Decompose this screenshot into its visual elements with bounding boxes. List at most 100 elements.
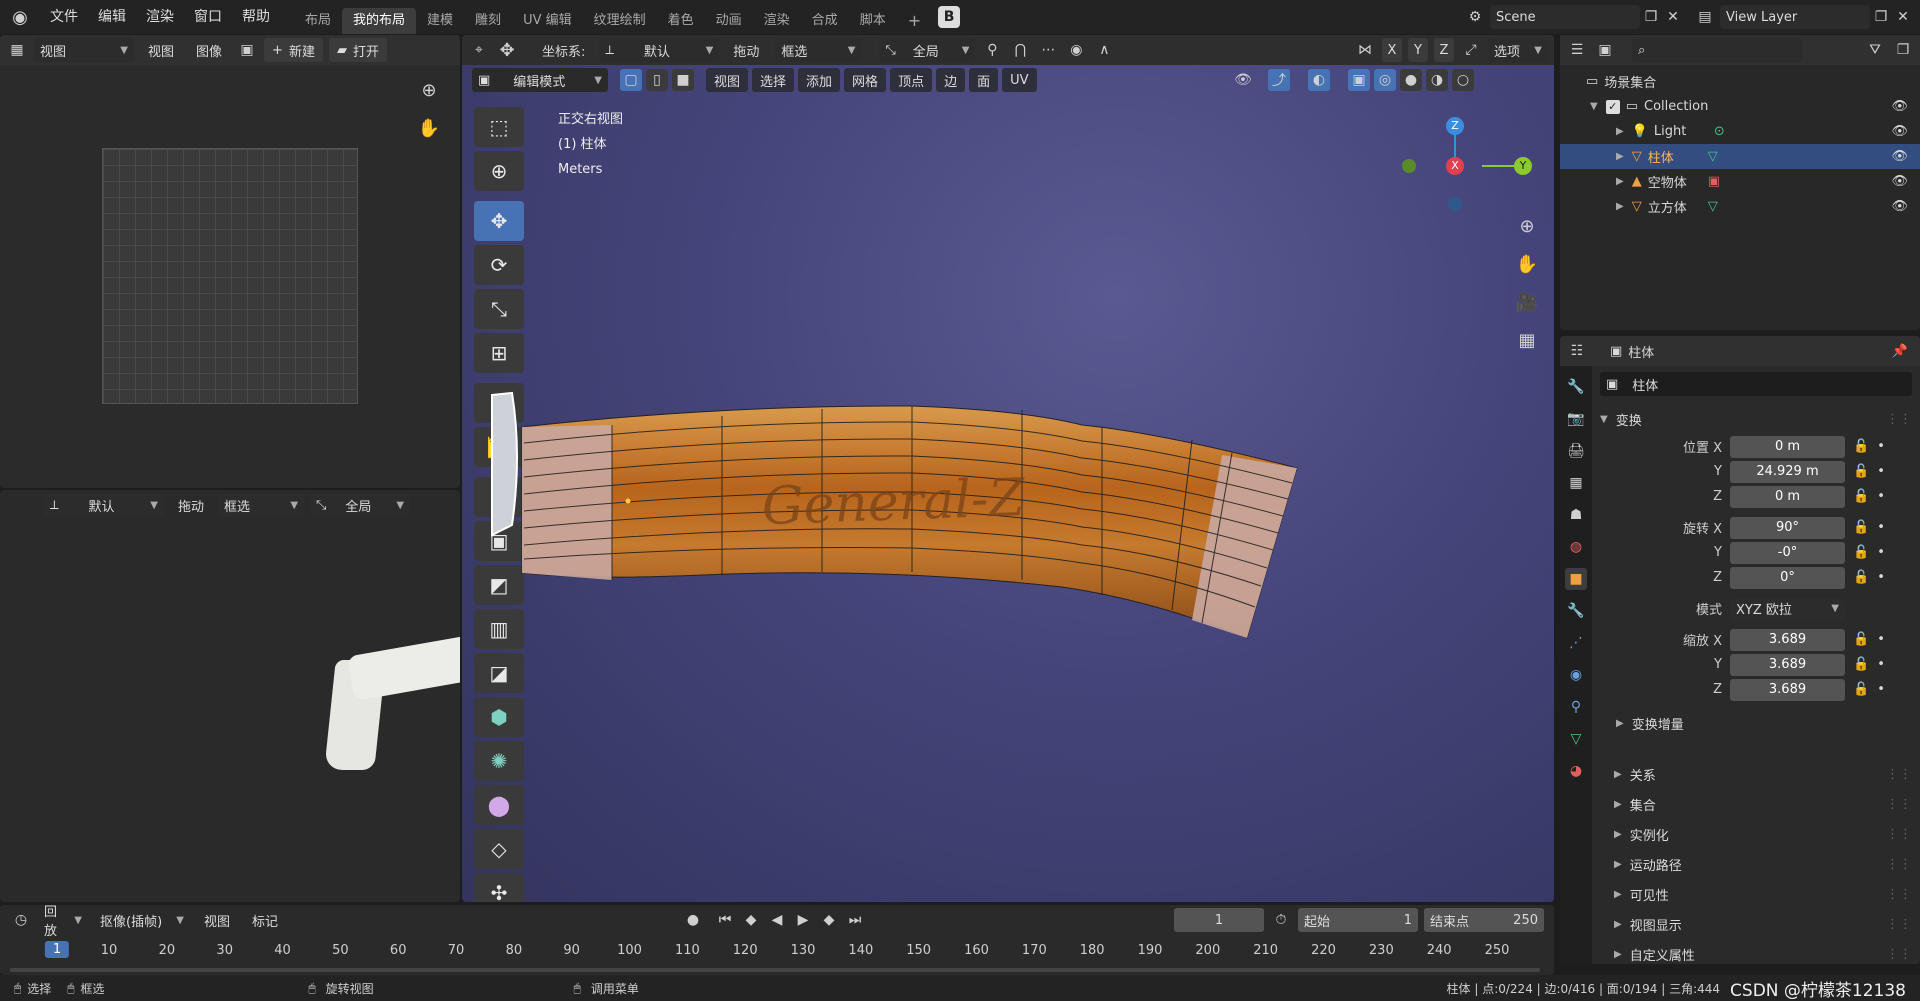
timeline-current-frame-marker[interactable]: 1 <box>44 941 70 958</box>
editor-type-icon[interactable]: ▦ <box>6 39 28 61</box>
display-mode-icon[interactable]: ▣ <box>1594 39 1616 61</box>
tool-tab-icon[interactable]: 🔧 <box>1565 376 1587 398</box>
properties-type-icon[interactable]: ☷ <box>1566 340 1588 362</box>
gizmo-z-axis[interactable]: Z <box>1446 117 1464 135</box>
gizmo-neg-y[interactable] <box>1402 159 1416 173</box>
rotation-z-field[interactable]: 0° <box>1730 566 1845 589</box>
playback-menu[interactable]: 回放 ▼ <box>38 905 88 939</box>
tab-sculpting[interactable]: 雕刻 <box>464 8 512 34</box>
keyframe-dot-icon[interactable]: • <box>1877 682 1885 697</box>
lock-icon[interactable]: 🔓 <box>1853 464 1869 479</box>
section-relations[interactable]: ▶ 关系 ⋮⋮ <box>1600 760 1920 790</box>
drag-handle-icon[interactable]: ⋮⋮ <box>1886 767 1912 782</box>
section-visibility[interactable]: ▶ 可见性 ⋮⋮ <box>1600 880 1920 910</box>
delta-transform-header[interactable]: ▶ 变换增量 <box>1600 708 1912 738</box>
play-icon[interactable]: ▶ <box>792 909 814 931</box>
tab-compositing[interactable]: 合成 <box>801 8 849 34</box>
scale-z-field[interactable]: 3.689 <box>1730 678 1845 701</box>
view-layer-close-icon[interactable]: ✕ <box>1892 6 1914 28</box>
expand-right-icon[interactable]: ▶ <box>1616 151 1624 162</box>
object-name-field[interactable]: ▣ 柱体 <box>1600 372 1912 396</box>
view-layer-copy-icon[interactable]: ❐ <box>1870 6 1892 28</box>
open-image-button[interactable]: ▰ 打开 <box>328 38 387 62</box>
jump-start-icon[interactable]: ⏮ <box>714 909 736 931</box>
gizmo-neg-z[interactable] <box>1448 197 1462 211</box>
view-layer-icon[interactable]: ▤ <box>1694 6 1716 28</box>
left-pivot-dropdown[interactable]: ⤡ 全局 ▼ <box>310 493 411 517</box>
timeline-editor-icon[interactable]: ◷ <box>10 909 32 931</box>
outliner-type-icon[interactable]: ☰ <box>1566 39 1588 61</box>
eye-icon[interactable]: 👁 <box>1891 124 1908 139</box>
drag-handle-icon[interactable]: ⋮⋮ <box>1886 887 1912 902</box>
section-collections[interactable]: ▶ 集合 ⋮⋮ <box>1600 790 1920 820</box>
keyframe-dot-icon[interactable]: • <box>1877 464 1885 479</box>
eye-icon[interactable]: 👁 <box>1891 99 1908 114</box>
expand-right-icon[interactable]: ▶ <box>1616 176 1624 187</box>
view-layer-field[interactable]: View Layer <box>1720 5 1870 29</box>
scene-copy-icon[interactable]: ❐ <box>1640 6 1662 28</box>
section-custom-properties[interactable]: ▶ 自定义属性 ⋮⋮ <box>1600 940 1920 964</box>
outliner-item-light[interactable]: ▶ 💡 Light ⊙ 👁 <box>1560 119 1920 144</box>
gizmo-x-axis[interactable]: X <box>1446 157 1464 175</box>
menu-window[interactable]: 窗口 <box>184 0 232 34</box>
viewport-zoom-icon[interactable]: ⊕ <box>1516 215 1538 237</box>
eye-icon[interactable]: 👁 <box>1891 149 1908 164</box>
keying-menu[interactable]: 抠像(插帧) ▼ <box>94 908 190 932</box>
scale-y-field[interactable]: 3.689 <box>1730 653 1845 676</box>
play-reverse-icon[interactable]: ◀ <box>766 909 788 931</box>
image-browse-icon[interactable]: ▣ <box>236 39 258 61</box>
keyframe-dot-icon[interactable]: • <box>1877 632 1885 647</box>
tab-shading[interactable]: 着色 <box>657 8 705 34</box>
location-z-field[interactable]: 0 m <box>1730 485 1845 508</box>
new-collection-icon[interactable]: ❐ <box>1892 39 1914 61</box>
new-image-button[interactable]: + 新建 <box>264 38 323 62</box>
prev-keyframe-icon[interactable]: ◆ <box>740 909 762 931</box>
stopwatch-icon[interactable]: ⏱ <box>1270 909 1292 931</box>
lock-icon[interactable]: 🔓 <box>1853 632 1869 647</box>
timeline-view-menu[interactable]: 视图 <box>196 908 238 932</box>
data-tab-icon[interactable]: ▽ <box>1565 728 1587 750</box>
tab-texture-paint[interactable]: 纹理绘制 <box>583 8 657 34</box>
record-icon[interactable]: ● <box>682 909 704 931</box>
next-keyframe-icon[interactable]: ◆ <box>818 909 840 931</box>
timeline-scrollbar[interactable] <box>10 968 1540 972</box>
outliner-collection[interactable]: ▼ ✓ ▭ Collection 👁 <box>1560 94 1920 119</box>
menu-file[interactable]: 文件 <box>40 0 88 34</box>
gizmo-y-axis[interactable]: Y <box>1514 157 1532 175</box>
outliner-item-empty[interactable]: ▶ ▲ 空物体 ▣ 👁 <box>1560 169 1920 194</box>
end-frame-field[interactable]: 结束点 250 <box>1424 908 1544 932</box>
menu-help[interactable]: 帮助 <box>232 0 280 34</box>
outliner-item-cylinder[interactable]: ▶ ▽ 柱体 ▽ 👁 <box>1560 144 1920 169</box>
section-viewport-display[interactable]: ▶ 视图显示 ⋮⋮ <box>1600 910 1920 940</box>
ortho-toggle-icon[interactable]: ▦ <box>1516 329 1538 351</box>
drag-handle-icon[interactable]: ⋮⋮ <box>1886 797 1912 812</box>
eye-icon[interactable]: 👁 <box>1891 199 1908 214</box>
blender-logo-icon[interactable]: ◉ <box>0 6 40 28</box>
image-view-dropdown[interactable]: 视图 ▼ <box>34 38 134 62</box>
tab-animation[interactable]: 动画 <box>705 8 753 34</box>
navigation-gizmo[interactable]: Y X Z <box>1402 115 1532 215</box>
expand-right-icon[interactable]: ▶ <box>1616 126 1624 137</box>
lock-icon[interactable]: 🔓 <box>1853 439 1869 454</box>
expand-right-icon[interactable]: ▶ <box>1616 201 1624 212</box>
lock-icon[interactable]: 🔓 <box>1853 520 1869 535</box>
add-workspace-button[interactable]: + <box>897 8 932 34</box>
zoom-icon[interactable]: ⊕ <box>418 79 440 101</box>
transform-panel-header[interactable]: ▼ 变换 ⋮⋮ <box>1600 404 1912 434</box>
timeline-ruler[interactable]: 1 10 20 30 40 50 60 70 80 90 100 110 120 130 140 150 160… <box>0 935 1554 967</box>
pin-icon[interactable]: 📌 <box>1892 344 1908 359</box>
menu-render[interactable]: 渲染 <box>136 0 184 34</box>
keyframe-dot-icon[interactable]: • <box>1877 570 1885 585</box>
scene-name-field[interactable]: Scene <box>1490 5 1640 29</box>
tab-uv-editing[interactable]: UV 编辑 <box>512 8 583 34</box>
lock-icon[interactable]: 🔓 <box>1853 657 1869 672</box>
filter-icon[interactable]: ⛛ <box>1864 39 1886 61</box>
scale-x-field[interactable]: 3.689 <box>1730 628 1845 651</box>
image-menu-view[interactable]: 视图 <box>140 38 182 62</box>
scene-selector-icon[interactable]: ⚙ <box>1464 6 1486 28</box>
timeline-marker-menu[interactable]: 标记 <box>244 908 286 932</box>
viewport-pan-icon[interactable]: ✋ <box>1516 253 1538 275</box>
left-orientation-dropdown[interactable]: ⟂ 默认 ▼ <box>44 493 164 517</box>
lock-icon[interactable]: 🔓 <box>1853 489 1869 504</box>
drag-handle-icon[interactable]: ⋮⋮ <box>1886 947 1912 962</box>
